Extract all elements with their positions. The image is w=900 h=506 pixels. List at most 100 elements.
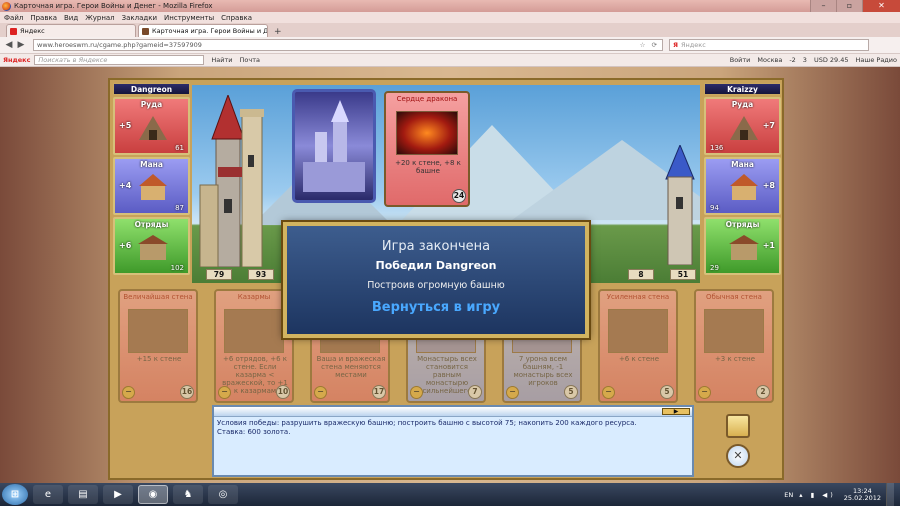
- maximize-button[interactable]: ▫: [836, 0, 862, 12]
- yandex-search-icon: Я: [673, 41, 679, 49]
- surrender-button[interactable]: ✕: [726, 444, 750, 468]
- start-button[interactable]: ⊞: [2, 484, 28, 505]
- menu-edit[interactable]: Правка: [30, 14, 57, 22]
- firefox-taskbar-icon[interactable]: ◉: [138, 485, 168, 504]
- url-actions-icon[interactable]: ☆ ⟳: [640, 41, 659, 49]
- windows-taskbar: ⊞ e ▤ ▶ ◉ ♞ ◎ EN ▴ ▮ ◀) 13:24 25.02.2012: [0, 483, 900, 506]
- language-indicator[interactable]: EN: [784, 491, 793, 499]
- mana-label: Мана: [731, 160, 754, 169]
- forward-button[interactable]: ▶: [15, 40, 27, 50]
- left-troops-panel: Отряды +6 102: [113, 217, 190, 275]
- barracks-icon: [729, 235, 759, 260]
- bet-info: Ставка: 600 золота.: [217, 427, 291, 436]
- card-cost: 5: [660, 385, 674, 399]
- back-button[interactable]: ◀: [3, 40, 15, 50]
- card-cost: 10: [276, 385, 290, 399]
- menu-tools[interactable]: Инструменты: [164, 14, 214, 22]
- tab-label: Яндекс: [20, 27, 45, 35]
- monastery-icon: [730, 174, 758, 200]
- left-player-panel: Dangreon Руда +5 61 Мана +4 87 Отряды +6…: [113, 83, 190, 278]
- ie-taskbar-icon[interactable]: e: [33, 485, 63, 504]
- mail-count-badge[interactable]: 3: [803, 56, 807, 64]
- winner-text: Победил Dangreon: [375, 259, 497, 272]
- wall-icon: [704, 309, 764, 353]
- card-cost: 7: [468, 385, 482, 399]
- card-title: Величайшая стена: [123, 293, 193, 301]
- chat-toggle-button[interactable]: [726, 414, 750, 438]
- radio-widget[interactable]: Наше Радио: [856, 56, 897, 64]
- yandex-toolbar: Яндекс Поискать в Яндексе Найти Почта Во…: [0, 54, 900, 67]
- log-scrollbar[interactable]: ▶: [214, 407, 692, 417]
- game-taskbar-icon[interactable]: ♞: [173, 485, 203, 504]
- ore-label: Руда: [140, 100, 163, 109]
- discard-button[interactable]: −: [506, 386, 519, 399]
- ore-income: +7: [762, 121, 775, 130]
- url-bar[interactable]: www.heroeswm.ru/cgame.php?gameid=3759790…: [33, 39, 663, 51]
- discard-button[interactable]: −: [218, 386, 231, 399]
- discard-button[interactable]: −: [410, 386, 423, 399]
- navigation-bar: ◀ ▶ www.heroeswm.ru/cgame.php?gameid=375…: [0, 37, 900, 54]
- troops-income: +1: [762, 241, 775, 250]
- right-castle: [660, 143, 700, 266]
- minimize-button[interactable]: –: [810, 0, 836, 12]
- heroes-favicon-icon: [142, 27, 149, 35]
- card-cost: 5: [564, 385, 578, 399]
- menu-help[interactable]: Справка: [221, 14, 252, 22]
- ore-label: Руда: [731, 100, 754, 109]
- menu-bookmarks[interactable]: Закладки: [122, 14, 157, 22]
- game-log: ▶ Условия победы: разрушить вражескую ба…: [212, 405, 694, 477]
- hand-card-greatest-wall[interactable]: Величайшая стена +15 к стене − 16: [118, 289, 198, 403]
- mana-amount: 94: [710, 204, 719, 212]
- hand-card-barracks[interactable]: Казармы +6 отрядов, +6 к стене. Если каз…: [214, 289, 294, 403]
- media-player-taskbar-icon[interactable]: ▶: [103, 485, 133, 504]
- tab-card-game[interactable]: Карточная игра. Герои Войны и Де... ✕: [138, 24, 268, 37]
- yandex-city[interactable]: Москва: [757, 56, 782, 64]
- currency-widget[interactable]: USD 29.45: [814, 56, 849, 64]
- clock[interactable]: 13:24 25.02.2012: [844, 487, 881, 502]
- menu-file[interactable]: Файл: [4, 14, 23, 22]
- troops-label: Отряды: [134, 220, 169, 229]
- card-description: Ваша и вражеская стена меняются местами: [316, 355, 386, 379]
- explorer-taskbar-icon[interactable]: ▤: [68, 485, 98, 504]
- right-player-panel: Kraizzy Руда +7 136 Мана +8 94 Отряды +1…: [704, 83, 781, 278]
- right-troops-panel: Отряды +1 29: [704, 217, 781, 275]
- card-description: +3 к стене: [714, 355, 756, 363]
- hand-card-reinforced-wall[interactable]: Усиленная стена +6 к стене − 5: [598, 289, 678, 403]
- log-scroll-arrow-icon[interactable]: ▶: [662, 408, 690, 415]
- left-player-name: Dangreon: [113, 83, 190, 95]
- weather-widget[interactable]: -2: [789, 56, 795, 64]
- discard-button[interactable]: −: [698, 386, 711, 399]
- yandex-mail-button[interactable]: Почта: [240, 56, 260, 64]
- mana-income: +4: [119, 181, 132, 190]
- new-tab-button[interactable]: +: [270, 27, 286, 37]
- left-wall-height: 93: [248, 269, 274, 280]
- deck-card-back[interactable]: [292, 89, 376, 203]
- tray-icons[interactable]: ▴ ▮ ◀): [799, 491, 836, 499]
- discard-button[interactable]: −: [314, 386, 327, 399]
- yandex-search-input[interactable]: Поискать в Яндексе: [34, 55, 205, 65]
- card-cost: 17: [372, 385, 386, 399]
- menu-history[interactable]: Журнал: [85, 14, 114, 22]
- tab-yandex[interactable]: Яндекс: [6, 24, 136, 37]
- chrome-taskbar-icon[interactable]: ◎: [208, 485, 238, 504]
- yandex-find-button[interactable]: Найти: [211, 56, 232, 64]
- show-desktop-button[interactable]: [886, 483, 894, 506]
- left-tower-height: 79: [206, 269, 232, 280]
- hand-card-ordinary-wall[interactable]: Обычная стена +3 к стене − 2: [694, 289, 774, 403]
- troops-income: +6: [119, 241, 132, 250]
- discard-button[interactable]: −: [602, 386, 615, 399]
- card-cost: 24: [452, 189, 466, 203]
- monastery-icon: [139, 174, 167, 200]
- game-over-dialog: Игра закончена Победил Dangreon Построив…: [283, 222, 589, 338]
- yandex-logo[interactable]: Яндекс: [3, 56, 30, 64]
- mana-label: Мана: [140, 160, 163, 169]
- yandex-login-button[interactable]: Войти: [730, 56, 751, 64]
- victory-conditions: Условия победы: разрушить вражескую башн…: [217, 419, 637, 427]
- browser-search-box[interactable]: Я Яндекс: [669, 39, 869, 51]
- back-to-game-link[interactable]: Вернуться в игру: [287, 300, 585, 315]
- system-tray: EN ▴ ▮ ◀) 13:24 25.02.2012: [784, 483, 900, 506]
- close-window-button[interactable]: ✕: [862, 0, 900, 12]
- menu-view[interactable]: Вид: [64, 14, 78, 22]
- discard-button[interactable]: −: [122, 386, 135, 399]
- card-description: 7 урона всем башням, -1 монастырь всех и…: [513, 355, 573, 387]
